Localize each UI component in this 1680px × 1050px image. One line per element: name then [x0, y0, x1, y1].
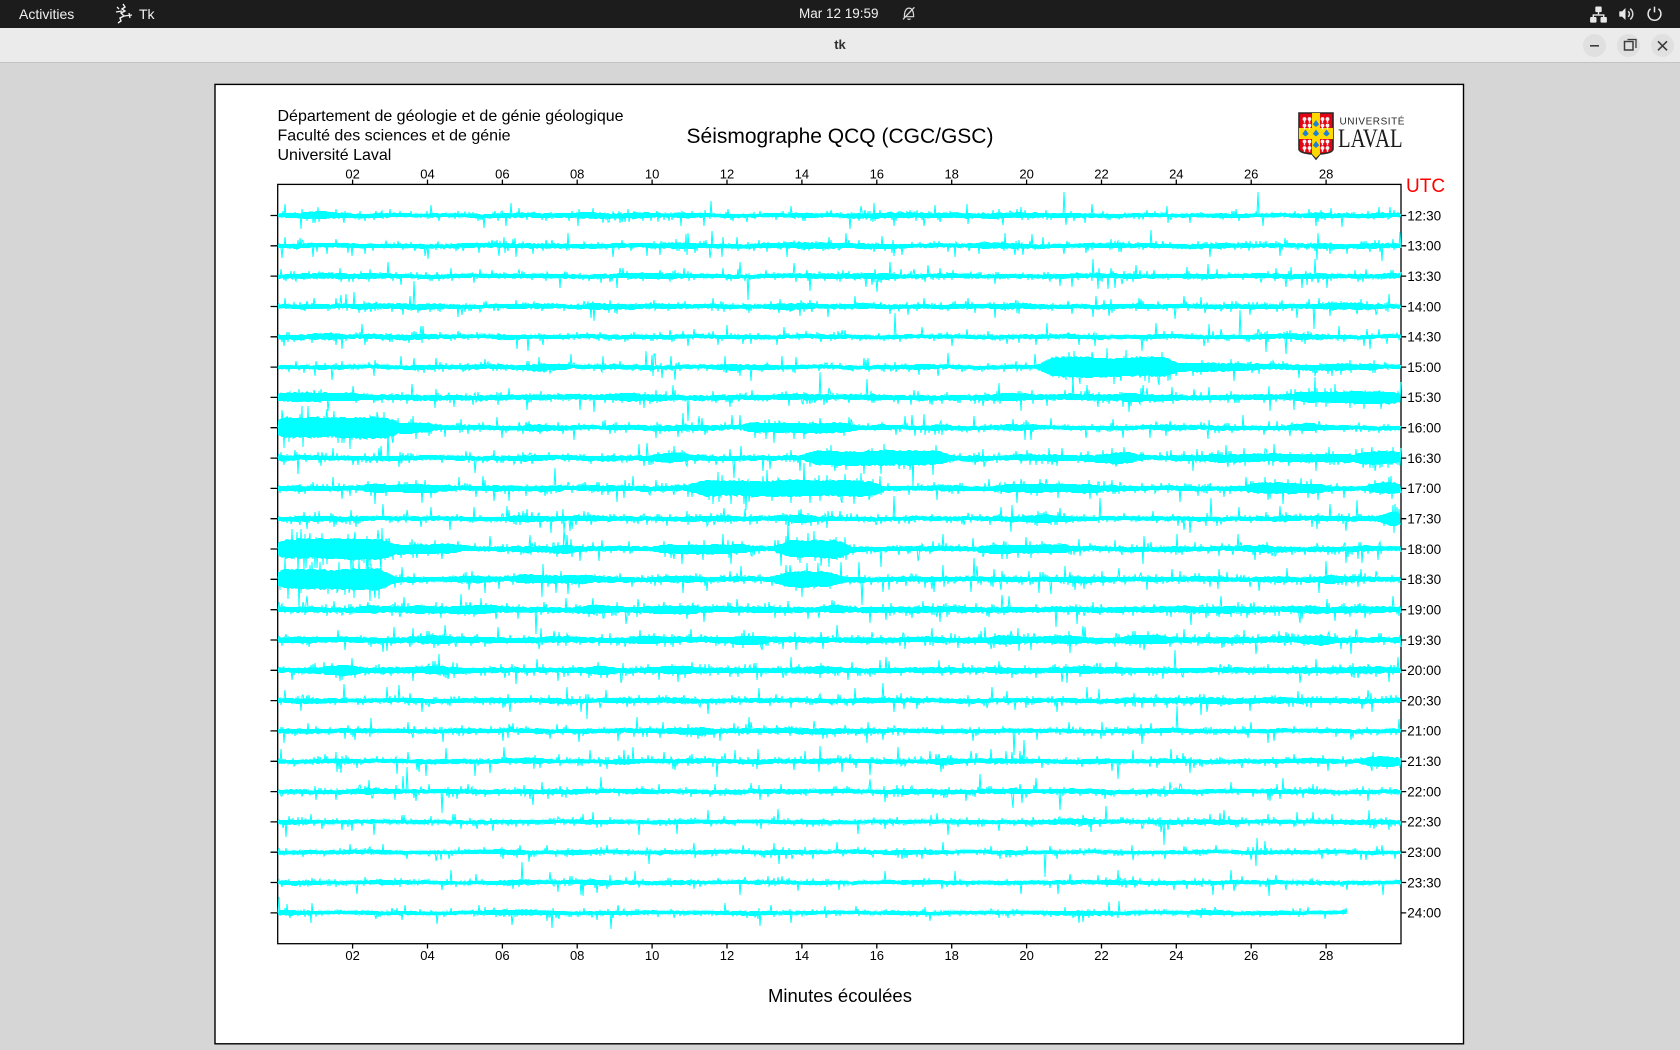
svg-text:12:30: 12:30	[1407, 208, 1441, 223]
svg-text:19:30: 19:30	[1407, 633, 1441, 648]
svg-text:23:30: 23:30	[1407, 875, 1441, 890]
svg-text:18: 18	[944, 167, 958, 182]
svg-text:19:00: 19:00	[1407, 603, 1441, 618]
svg-text:24:00: 24:00	[1407, 906, 1441, 921]
svg-text:18:30: 18:30	[1407, 572, 1441, 587]
svg-text:08: 08	[570, 167, 584, 182]
svg-text:06: 06	[495, 948, 509, 963]
svg-text:18: 18	[944, 948, 958, 963]
svg-text:Département de géologie et de: Département de géologie et de génie géol…	[278, 108, 624, 125]
svg-text:18:00: 18:00	[1407, 542, 1441, 557]
svg-text:04: 04	[420, 167, 434, 182]
svg-text:06: 06	[495, 167, 509, 182]
svg-text:14:30: 14:30	[1407, 330, 1441, 345]
svg-text:Séismographe QCQ (CGC/GSC): Séismographe QCQ (CGC/GSC)	[687, 125, 994, 148]
svg-text:02: 02	[345, 948, 359, 963]
svg-text:10: 10	[645, 948, 659, 963]
svg-text:21:00: 21:00	[1407, 724, 1441, 739]
svg-text:17:00: 17:00	[1407, 481, 1441, 496]
svg-text:24: 24	[1169, 948, 1183, 963]
svg-text:20: 20	[1019, 948, 1033, 963]
svg-text:04: 04	[420, 948, 434, 963]
svg-text:08: 08	[570, 948, 584, 963]
svg-text:16: 16	[870, 948, 884, 963]
svg-text:22:00: 22:00	[1407, 784, 1441, 799]
svg-text:23:00: 23:00	[1407, 845, 1441, 860]
svg-text:16:30: 16:30	[1407, 451, 1441, 466]
svg-text:UTC: UTC	[1406, 176, 1445, 197]
svg-text:16: 16	[870, 167, 884, 182]
svg-text:24: 24	[1169, 167, 1183, 182]
svg-text:20:30: 20:30	[1407, 693, 1441, 708]
svg-text:12: 12	[720, 167, 734, 182]
svg-text:22: 22	[1094, 167, 1108, 182]
svg-text:14: 14	[795, 948, 809, 963]
svg-text:14: 14	[795, 167, 809, 182]
svg-text:26: 26	[1244, 948, 1258, 963]
svg-text:15:00: 15:00	[1407, 360, 1441, 375]
svg-text:LAVAL: LAVAL	[1338, 125, 1403, 154]
svg-text:13:30: 13:30	[1407, 269, 1441, 284]
svg-text:20: 20	[1019, 167, 1033, 182]
svg-text:13:00: 13:00	[1407, 239, 1441, 254]
svg-text:22:30: 22:30	[1407, 815, 1441, 830]
svg-text:20:00: 20:00	[1407, 663, 1441, 678]
svg-text:Minutes écoulées: Minutes écoulées	[768, 985, 912, 1006]
svg-text:26: 26	[1244, 167, 1258, 182]
svg-text:Université Laval: Université Laval	[278, 147, 392, 164]
svg-text:12: 12	[720, 948, 734, 963]
svg-text:28: 28	[1319, 948, 1333, 963]
svg-text:22: 22	[1094, 948, 1108, 963]
svg-text:10: 10	[645, 167, 659, 182]
svg-text:15:30: 15:30	[1407, 390, 1441, 405]
svg-text:02: 02	[345, 167, 359, 182]
svg-text:14:00: 14:00	[1407, 299, 1441, 314]
svg-text:Faculté des sciences et de gén: Faculté des sciences et de génie	[278, 127, 511, 144]
svg-text:17:30: 17:30	[1407, 512, 1441, 527]
svg-text:16:00: 16:00	[1407, 421, 1441, 436]
svg-text:21:30: 21:30	[1407, 754, 1441, 769]
